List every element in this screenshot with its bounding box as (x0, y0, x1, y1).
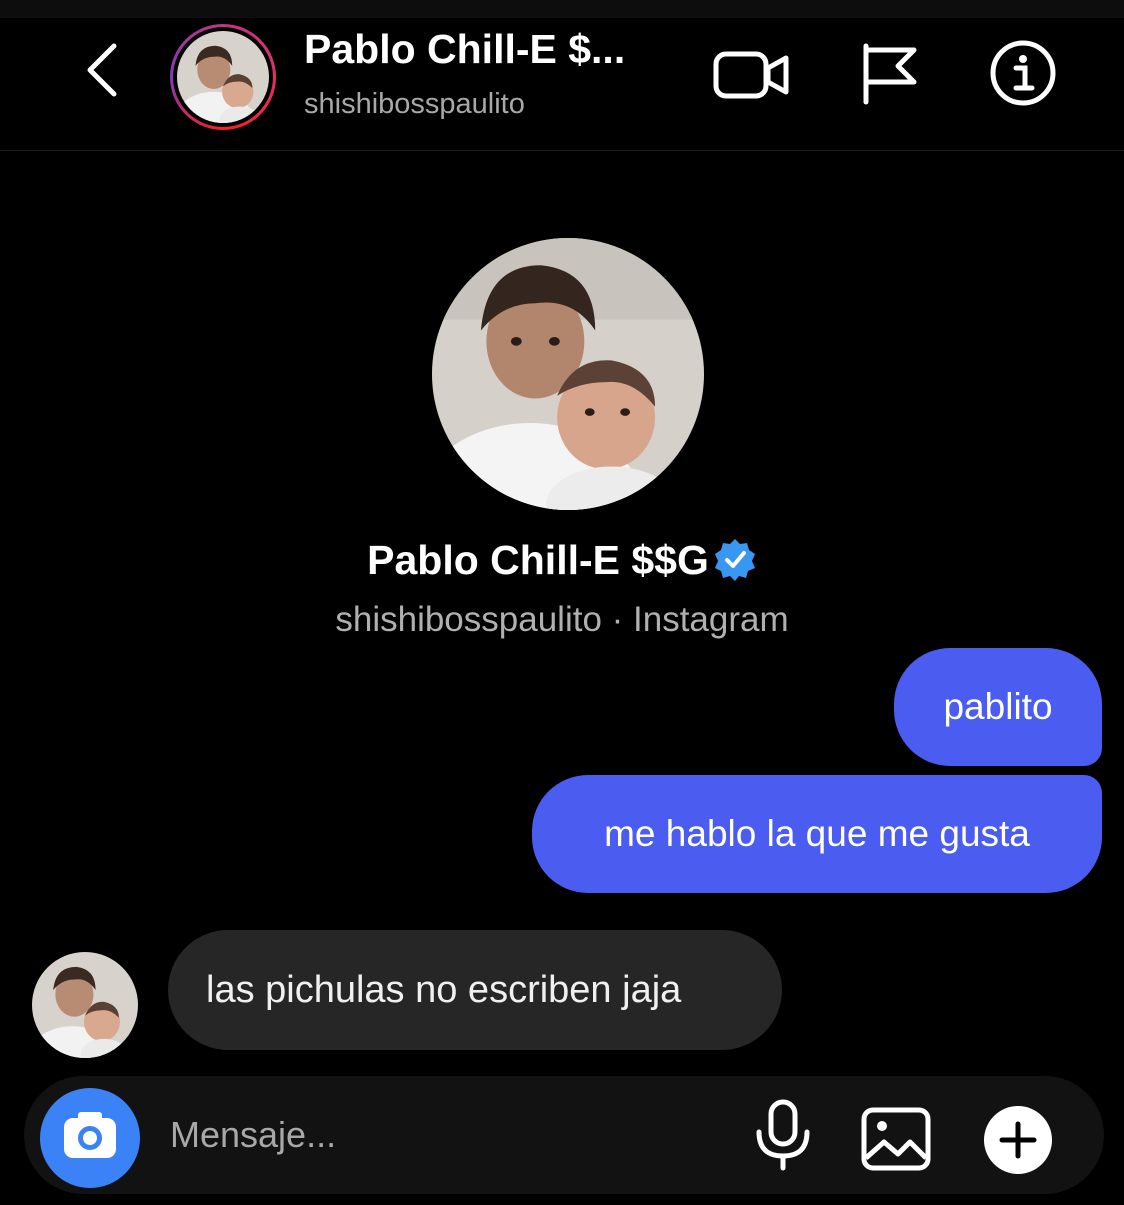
profile-name: Pablo Chill-E $$G (0, 537, 1124, 584)
camera-icon (64, 1112, 116, 1158)
header-avatar[interactable] (170, 24, 276, 130)
chevron-left-icon (87, 43, 117, 97)
add-button[interactable] (982, 1104, 1054, 1176)
camera-button[interactable] (40, 1088, 140, 1188)
sender-avatar[interactable] (32, 952, 138, 1058)
profile-picture[interactable] (432, 238, 704, 510)
back-button[interactable] (78, 40, 130, 100)
verified-badge-icon (714, 539, 755, 581)
chat-header: Pablo Chill-E $... shishibosspaulito (0, 18, 1124, 151)
microphone-icon (756, 1099, 810, 1171)
message-composer: Mensaje... (24, 1076, 1104, 1194)
profile-subtitle: shishibosspaulito · Instagram (335, 600, 789, 639)
flag-icon (863, 43, 917, 105)
video-call-button[interactable] (712, 44, 792, 104)
profile-name-text: Pablo Chill-E $$G (367, 537, 709, 583)
message-text: me hablo la que me gusta (604, 813, 1030, 854)
message-input[interactable]: Mensaje... (170, 1114, 336, 1156)
video-camera-icon (713, 51, 789, 99)
incoming-message[interactable]: las pichulas no escriben jaja (168, 930, 782, 1050)
report-button[interactable] (858, 42, 922, 106)
info-button[interactable] (988, 38, 1058, 108)
message-text: pablito (943, 686, 1053, 727)
header-name[interactable]: Pablo Chill-E $... (304, 26, 625, 73)
avatar-photo (177, 31, 269, 123)
info-icon (990, 40, 1056, 106)
gallery-icon (861, 1107, 931, 1171)
outgoing-message[interactable]: pablito (894, 648, 1102, 766)
plus-icon (984, 1106, 1052, 1174)
voice-message-button[interactable] (750, 1098, 816, 1172)
gallery-button[interactable] (860, 1106, 932, 1172)
outgoing-message[interactable]: me hablo la que me gusta (532, 775, 1102, 893)
status-strip (0, 0, 1124, 18)
message-text: las pichulas no escriben jaja (206, 968, 682, 1011)
header-username[interactable]: shishibosspaulito (304, 88, 525, 121)
